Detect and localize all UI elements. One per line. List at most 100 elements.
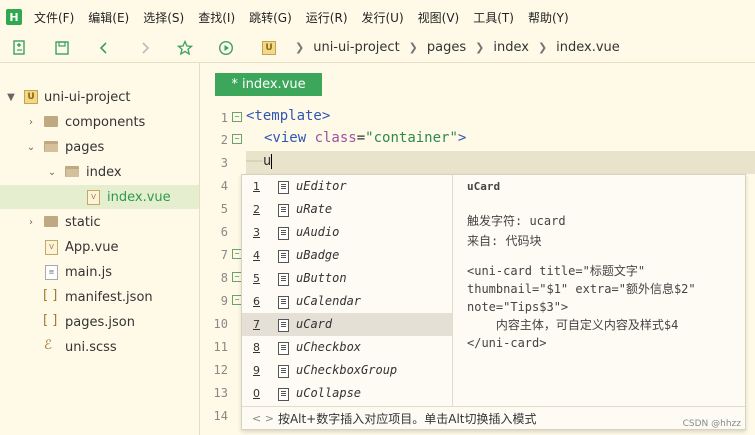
star-icon[interactable]: [176, 39, 194, 57]
suggestion-list: 1 uEditor 2 uRate 3 uAudio 4 uBadge 5 uB…: [242, 175, 453, 406]
suggestion-label: uRate: [296, 202, 333, 216]
tree-item-label: uni.scss: [65, 339, 117, 355]
code-line-1: 1 − <template>: [200, 107, 755, 130]
indent-guide: ——: [246, 153, 263, 169]
code-token: class: [314, 130, 357, 146]
back-icon[interactable]: [95, 39, 113, 57]
menu-help[interactable]: 帮助(Y): [528, 9, 569, 26]
tree-item-index-vue[interactable]: V index.vue: [0, 185, 199, 209]
suggestion-item[interactable]: 0 uCollapse: [242, 382, 452, 405]
line-number: 4: [220, 179, 228, 193]
tree-item-manifest-json[interactable]: [ ] manifest.json: [0, 285, 199, 309]
suggestion-item[interactable]: 5 uButton: [242, 267, 452, 290]
suggestion-item[interactable]: 8 uCheckbox: [242, 336, 452, 359]
menu-goto[interactable]: 跳转(G): [249, 9, 292, 26]
folder-open-icon: [65, 166, 79, 177]
menu-tools[interactable]: 工具(T): [473, 9, 514, 26]
suggestion-number: 0: [253, 387, 260, 400]
code-line-3: 3 ——u: [200, 152, 755, 175]
autocomplete-popup: 1 uEditor 2 uRate 3 uAudio 4 uBadge 5 uB…: [241, 174, 746, 430]
tree-item-uni-scss[interactable]: ℰ uni.scss: [0, 335, 199, 359]
menu-view[interactable]: 视图(V): [418, 9, 460, 26]
folder-icon: [44, 216, 58, 227]
watermark: CSDN @hhzz: [682, 419, 741, 429]
text-cursor: [271, 153, 273, 169]
tree-item-index-folder[interactable]: ⌄ index: [0, 160, 199, 184]
breadcrumb-project[interactable]: uni-ui-project: [313, 40, 399, 55]
fold-icon[interactable]: −: [232, 134, 242, 144]
code-token: <view: [264, 130, 315, 146]
save-icon[interactable]: [53, 39, 71, 57]
tree-item-app-vue[interactable]: V App.vue: [0, 235, 199, 259]
tree-item-main-js[interactable]: ≡ main.js: [0, 260, 199, 284]
tree-item-project[interactable]: ▼ U uni-ui-project: [0, 85, 199, 109]
menu-edit[interactable]: 编辑(E): [88, 9, 129, 26]
suggestion-number: 1: [253, 180, 260, 193]
page-nav-icon[interactable]: < >: [252, 412, 274, 425]
tab-index-vue[interactable]: * index.vue: [215, 73, 322, 96]
menu-find[interactable]: 查找(I): [198, 9, 235, 26]
run-icon[interactable]: [217, 39, 235, 57]
tree-item-pages-json[interactable]: [ ] pages.json: [0, 310, 199, 334]
breadcrumb-pages[interactable]: pages: [427, 40, 466, 55]
project-explorer: ▼ U uni-ui-project › components ⌄ pages …: [0, 63, 200, 435]
suggestion-item[interactable]: 4 uBadge: [242, 244, 452, 267]
suggestion-item-selected[interactable]: 7 uCard: [242, 313, 452, 336]
menu-select[interactable]: 选择(S): [143, 9, 184, 26]
breadcrumb-index[interactable]: index: [493, 40, 529, 55]
snippet-icon: [278, 388, 289, 401]
suggestion-item[interactable]: 1 uEditor: [242, 175, 452, 198]
suggestion-number: 2: [253, 203, 260, 216]
suggestion-item[interactable]: 9 uCheckboxGroup: [242, 359, 452, 382]
breadcrumb-file[interactable]: index.vue: [556, 40, 620, 55]
snippet-icon: [278, 342, 289, 355]
menu-run[interactable]: 运行(R): [306, 9, 348, 26]
tree-item-pages[interactable]: ⌄ pages: [0, 135, 199, 159]
tree-item-label: static: [65, 214, 101, 230]
menu-file[interactable]: 文件(F): [34, 9, 74, 26]
tree-item-static[interactable]: › static: [0, 210, 199, 234]
detail-title: uCard: [467, 180, 501, 193]
chevron-right-icon[interactable]: ›: [26, 217, 36, 228]
vue-file-icon: V: [87, 190, 100, 205]
breadcrumb: U ❯ uni-ui-project ❯ pages ❯ index ❯ ind…: [262, 40, 620, 55]
chevron-right-icon: ❯: [475, 41, 485, 54]
suggestion-label: uAudio: [296, 225, 340, 239]
tree-item-label: manifest.json: [65, 289, 153, 305]
forward-icon[interactable]: [136, 39, 154, 57]
new-file-icon[interactable]: [11, 39, 29, 57]
snippet-icon: [278, 181, 289, 194]
chevron-down-icon[interactable]: ▼: [6, 92, 16, 103]
chevron-right-icon: ❯: [295, 41, 305, 54]
line-number: 3: [220, 156, 228, 170]
code-text: ——u: [246, 153, 273, 169]
line-number: 14: [213, 409, 228, 423]
line-number: 11: [213, 340, 228, 354]
snippet-icon: [278, 296, 289, 309]
folder-open-icon: [44, 141, 58, 152]
suggestion-item[interactable]: 3 uAudio: [242, 221, 452, 244]
line-number: 9: [220, 294, 228, 308]
tree-item-label: pages: [65, 139, 105, 155]
line-number: 2: [220, 133, 228, 147]
snippet-icon: [278, 273, 289, 286]
line-number: 13: [213, 386, 228, 400]
suggestion-item[interactable]: 6 uCalendar: [242, 290, 452, 313]
json-file-icon: [ ]: [43, 313, 58, 328]
chevron-down-icon[interactable]: ⌄: [26, 142, 36, 153]
snippet-icon: [278, 319, 289, 332]
suggestion-number: 7: [253, 318, 260, 331]
snippet-icon: [278, 365, 289, 378]
chevron-right-icon[interactable]: ›: [26, 117, 36, 128]
tree-item-components[interactable]: › components: [0, 110, 199, 134]
suggestion-item[interactable]: 2 uRate: [242, 198, 452, 221]
menu-publish[interactable]: 发行(U): [362, 9, 404, 26]
tree-item-label: index.vue: [107, 189, 171, 205]
chevron-down-icon[interactable]: ⌄: [47, 167, 57, 178]
snippet-icon: [278, 227, 289, 240]
code-token: >: [457, 130, 467, 146]
code-text: <view class="container">: [264, 130, 466, 146]
detail-trigger: 触发字符: ucard: [467, 214, 566, 228]
code-token: "container": [365, 130, 458, 146]
fold-icon[interactable]: −: [232, 112, 242, 122]
